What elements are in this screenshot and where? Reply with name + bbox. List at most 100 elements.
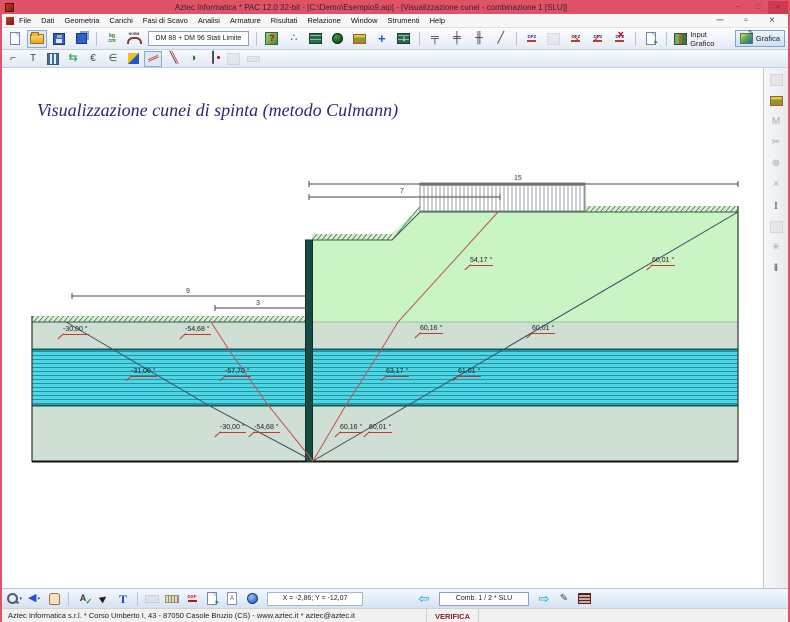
rotate-view-icon: ⊕ <box>772 159 780 169</box>
combination-combo[interactable]: Comb. 1 / 2 * SLU <box>439 592 529 606</box>
previous-view-button[interactable]: ◀▾ <box>25 591 43 607</box>
wall-dimension-icon: ↕ <box>397 33 410 44</box>
app-window: Aztec Informatica * PAC 12.0 32-bit - [C… <box>0 0 790 622</box>
thrust-lines-button[interactable]: ╲ <box>164 51 182 67</box>
menu-risultati[interactable]: Risultati <box>271 16 298 25</box>
view-disabled2-icon <box>247 56 260 62</box>
mdi-minimize-button[interactable]: ─ <box>710 12 730 30</box>
mdi-close-button[interactable]: × <box>762 12 782 30</box>
vegetation-button[interactable] <box>328 30 348 48</box>
help-globe-button[interactable] <box>243 591 261 607</box>
profile-points-button[interactable]: ∴ <box>284 30 304 48</box>
soil-layers-button[interactable] <box>350 30 370 48</box>
pause-redraw-button[interactable]: ‖ <box>767 261 785 277</box>
vegetation-icon <box>332 33 343 44</box>
menu-relazione[interactable]: Relazione <box>307 16 340 25</box>
anchor-plate-button[interactable]: ╫ <box>469 30 489 48</box>
wall-dimension-button[interactable]: ↕ <box>394 30 414 48</box>
tool-disabled2-button <box>767 219 785 235</box>
wall-data-button[interactable]: ? <box>262 30 282 48</box>
new-document-button[interactable] <box>5 30 25 48</box>
new-document-icon <box>10 32 20 45</box>
title-bar: Aztec Informatica * PAC 12.0 32-bit - [C… <box>2 0 788 14</box>
angle-label: 60,01 ° <box>531 325 555 334</box>
menu-armature[interactable]: Armature <box>230 16 261 25</box>
tool-disabled-icon <box>770 74 783 86</box>
anchor-pile-button[interactable]: ╪ <box>447 30 467 48</box>
export-image-button[interactable] <box>203 591 221 607</box>
status-bar: Aztec Informatica s.r.l. * Corso Umberto… <box>2 608 788 622</box>
menu-file[interactable]: File <box>19 16 31 25</box>
prev-combination-button[interactable]: ⇦ <box>415 591 433 607</box>
wedges-view-button[interactable]: ∥ <box>144 51 162 67</box>
thrust-lines-icon: ╲ <box>170 53 177 64</box>
phase-insert-button[interactable]: DFZ <box>588 30 608 48</box>
app-icon <box>5 3 14 12</box>
normative-icon: NORM <box>127 33 142 44</box>
menu-strumenti[interactable]: Strumenti <box>388 16 420 25</box>
minimize-icon: ─ <box>736 4 741 11</box>
angle-label: 54,17 ° <box>469 257 493 266</box>
menu-window[interactable]: Window <box>351 16 378 25</box>
pan-hand-button[interactable] <box>45 591 63 607</box>
normative-combo[interactable]: DM 88 + DM 96 Stati Limite <box>148 31 249 46</box>
wall-elevation-view-button[interactable] <box>44 51 62 67</box>
pause-redraw-icon: ‖ <box>774 264 778 274</box>
water-table-button[interactable]: + <box>372 30 392 48</box>
dxf-export-button[interactable]: DXF <box>183 591 201 607</box>
menu-carichi[interactable]: Carichi <box>109 16 132 25</box>
mdi-minimize-icon: ─ <box>716 16 723 26</box>
anchors-view-button[interactable]: € <box>84 51 102 67</box>
menu-analisi[interactable]: Analisi <box>198 16 220 25</box>
annotate-pen-button[interactable]: ✎ <box>555 591 573 607</box>
bottom-toolbar: ▾◀▾A▶TDXFA X = -2,86; Y = -12,07 ⇦ Comb.… <box>2 588 788 608</box>
tool-disabled2-icon <box>770 221 783 233</box>
mdi-restore-button[interactable]: ▫ <box>736 12 756 30</box>
zoom-button[interactable]: ▾ <box>5 591 23 607</box>
table-view-button[interactable] <box>575 591 593 607</box>
next-combination-button[interactable]: ⇨ <box>535 591 553 607</box>
text-tool-button[interactable]: T <box>114 591 132 607</box>
dropdown-caret-icon[interactable]: ▾ <box>37 596 40 602</box>
export-image-icon <box>207 592 217 605</box>
measure-button[interactable] <box>163 591 181 607</box>
rotate-view-button: ⊕ <box>767 156 785 172</box>
circular-surface-button[interactable]: ◑ <box>184 51 202 67</box>
annotate-pen-icon: ✎ <box>560 594 568 604</box>
export-report-button[interactable] <box>641 30 661 48</box>
save-all-button[interactable] <box>71 30 91 48</box>
units-kgcm-button[interactable]: kg cm <box>102 30 122 48</box>
displacements-view-button[interactable]: ⇆ <box>64 51 82 67</box>
help-globe-icon <box>247 593 258 604</box>
pile-button[interactable]: ╤ <box>425 30 445 48</box>
menu-dati[interactable]: Dati <box>41 16 54 25</box>
wall-geometry-button[interactable] <box>306 30 326 48</box>
save-button[interactable] <box>49 30 69 48</box>
open-file-button[interactable] <box>27 30 47 48</box>
wall-profile-view-button[interactable]: ⌐ <box>4 51 22 67</box>
wall-section-view-button[interactable]: T <box>24 51 42 67</box>
inclined-strut-button[interactable]: ╱ <box>491 30 511 48</box>
dropdown-caret-icon[interactable]: ▾ <box>19 596 22 602</box>
menu-fasi-di-scavo[interactable]: Fasi di Scavo <box>143 16 188 25</box>
input-grafico-button[interactable]: Input Grafico <box>670 29 735 49</box>
print-preview-button[interactable]: A <box>223 591 241 607</box>
phase-edit-button[interactable]: DFZ <box>566 30 586 48</box>
spellcheck-button[interactable]: A <box>74 591 92 607</box>
pressure-diagram-button[interactable] <box>124 51 142 67</box>
tiebacks-view-button[interactable]: ∈ <box>104 51 122 67</box>
zoom-icon <box>6 592 18 605</box>
menu-help[interactable]: Help <box>430 16 445 25</box>
grafica-button[interactable]: Grafica <box>735 30 785 47</box>
pointer-edit-button[interactable]: ▶ <box>94 591 112 607</box>
load-phases-button[interactable]: DFZ <box>522 30 542 48</box>
phase-delete-button[interactable]: DFZ <box>610 30 630 48</box>
moment-diagram-button[interactable]: ┃ <box>204 51 222 67</box>
layer-manager-button[interactable] <box>767 93 785 109</box>
normative-button[interactable]: NORM <box>124 30 144 48</box>
tiebacks-view-icon: ∈ <box>109 54 118 64</box>
drawing-canvas[interactable]: Visualizzazione cunei di spinta (metodo … <box>2 68 763 588</box>
text-cursor-button[interactable]: I <box>767 198 785 214</box>
soil-layers-icon <box>353 34 366 44</box>
menu-geometria[interactable]: Geometria <box>64 16 99 25</box>
